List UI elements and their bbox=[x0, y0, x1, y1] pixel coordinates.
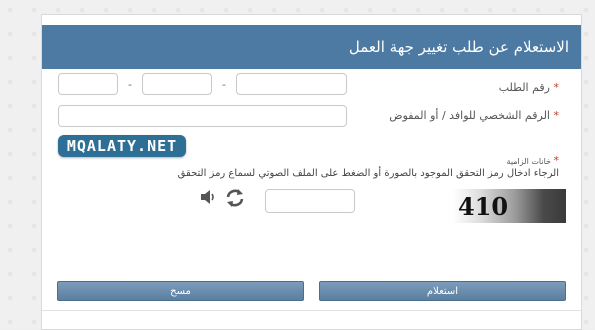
form-panel: الاستعلام عن طلب تغيير جهة العمل * رقم ا… bbox=[41, 14, 582, 330]
query-button[interactable]: استعلام bbox=[319, 281, 566, 301]
captcha-code: 410 bbox=[458, 191, 509, 221]
watermark-logo: MQALATY.NET bbox=[58, 135, 186, 157]
page-title-text: الاستعلام عن طلب تغيير جهة العمل bbox=[348, 38, 569, 56]
request-number-part2-input[interactable] bbox=[142, 73, 212, 95]
id-number-label: الرقم الشخصي للوافد / أو المفوض bbox=[389, 109, 550, 122]
divider bbox=[42, 310, 581, 311]
captcha-image: 410 bbox=[453, 189, 566, 223]
request-number-part3-input[interactable] bbox=[236, 73, 347, 95]
required-mark: * bbox=[553, 81, 560, 94]
captcha-instructions: الرجاء ادخال رمز التحقق الموجود بالصورة … bbox=[177, 168, 559, 179]
captcha-input[interactable] bbox=[265, 189, 355, 213]
request-number-label: رقم الطلب bbox=[498, 81, 550, 94]
refresh-icon[interactable] bbox=[224, 187, 246, 213]
required-mark: * bbox=[553, 109, 560, 122]
id-number-label-group: * الرقم الشخصي للوافد / أو المفوض bbox=[389, 109, 559, 122]
separator: - bbox=[222, 78, 226, 91]
required-fields-note: * خانات الزامية bbox=[506, 154, 559, 167]
request-number-label-group: * رقم الطلب bbox=[499, 81, 559, 94]
request-number-part1-input[interactable] bbox=[58, 73, 118, 95]
page-title: الاستعلام عن طلب تغيير جهة العمل bbox=[42, 25, 581, 69]
speaker-icon[interactable] bbox=[199, 188, 217, 210]
separator: - bbox=[128, 78, 132, 91]
clear-button[interactable]: مسح bbox=[57, 281, 304, 301]
id-number-input[interactable] bbox=[58, 105, 347, 127]
